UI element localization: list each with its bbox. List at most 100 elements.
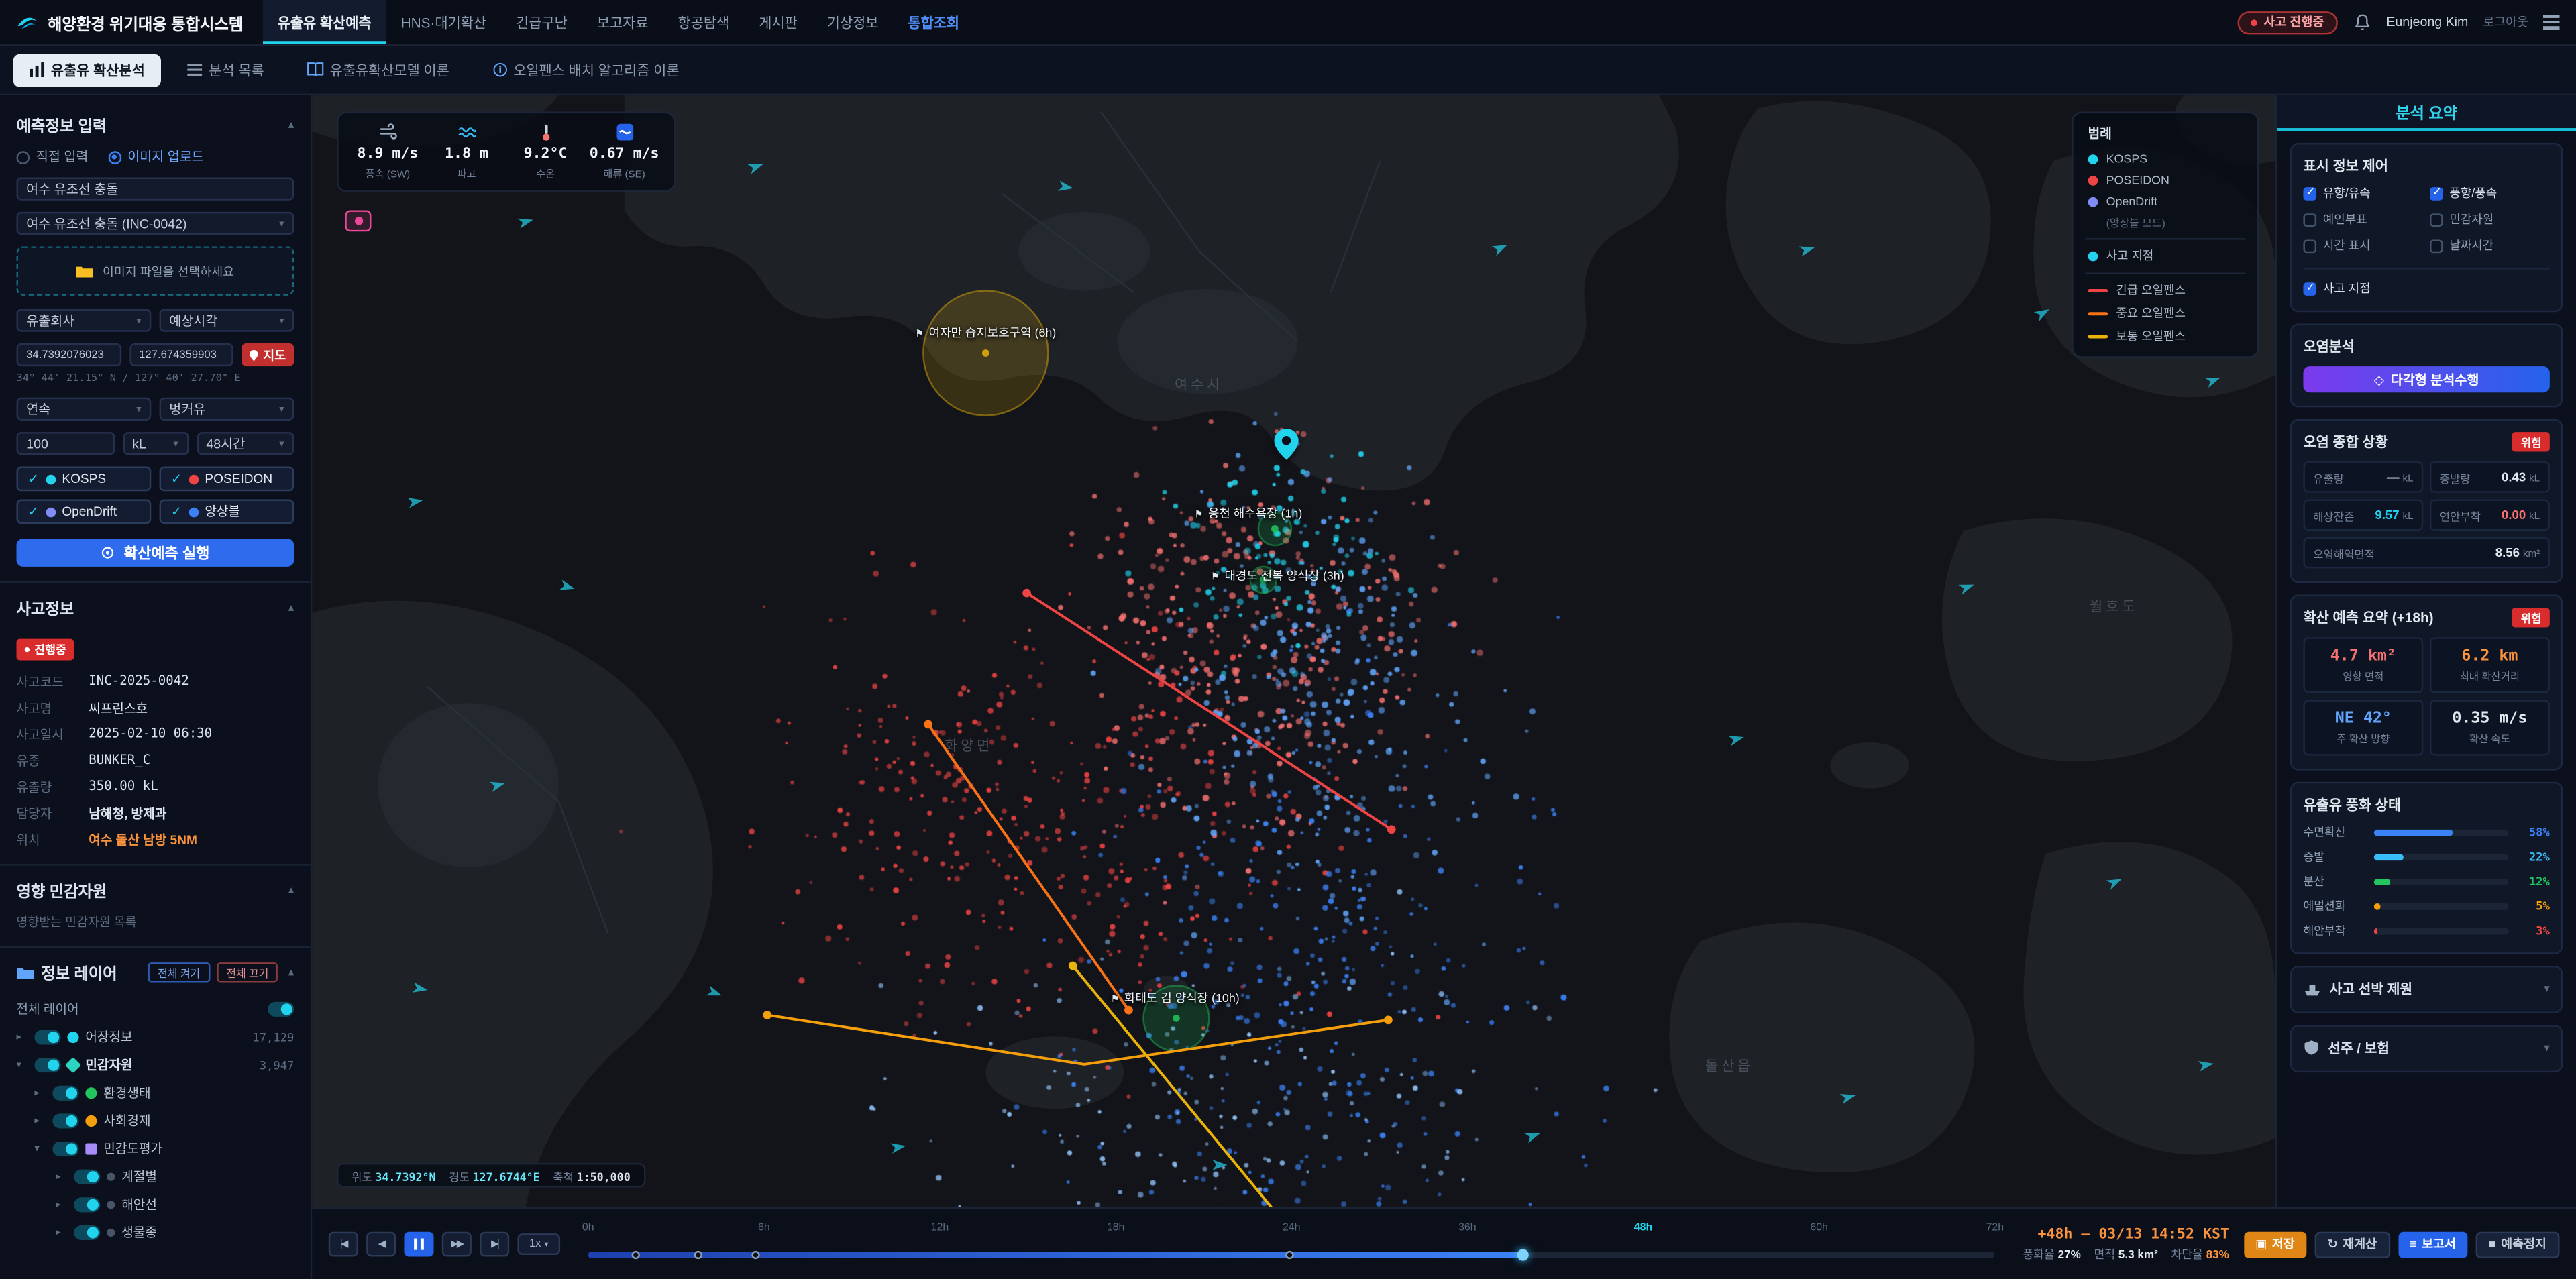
expand-icon[interactable]: ▸ [34, 1087, 46, 1099]
model-toggle-poseidon[interactable]: ✓POSEIDON [160, 467, 294, 492]
nav-item-reports[interactable]: 보고자료 [582, 0, 663, 44]
toggle-current-vector[interactable]: 유향/유속 [2303, 186, 2423, 202]
spill-amount-input[interactable]: 100 [16, 432, 114, 455]
step-back-button[interactable]: ◀ [366, 1232, 396, 1257]
nav-item-hns-diffusion[interactable]: HNS·대기확산 [386, 0, 502, 44]
pause-button[interactable] [404, 1232, 433, 1257]
timeline-marker[interactable] [632, 1250, 640, 1258]
nav-item-integrated-search[interactable]: 통합조회 [893, 0, 974, 44]
oil-type-select[interactable]: 벙커유▾ [160, 398, 294, 421]
chevron-down-icon[interactable]: ▾ [2544, 982, 2550, 995]
tab-spill-analysis[interactable]: 유출유 확산분석 [13, 54, 162, 87]
layer-toggle[interactable] [74, 1225, 100, 1240]
layer-toggle[interactable] [74, 1197, 100, 1212]
layer-toggle[interactable] [34, 1058, 60, 1072]
toggle-incident-point[interactable]: 사고 지점 [2303, 268, 2549, 297]
model-toggle-kosps[interactable]: ✓KOSPS [16, 467, 151, 492]
chevron-down-icon[interactable]: ▾ [2544, 1042, 2550, 1055]
timeline-marker[interactable] [694, 1250, 702, 1258]
toggle-tow-buoy[interactable]: 예인부표 [2303, 212, 2423, 228]
expand-icon[interactable]: ▸ [56, 1227, 67, 1238]
expand-icon[interactable]: ▸ [56, 1199, 67, 1211]
chevron-up-icon[interactable]: ▴ [288, 601, 294, 614]
image-upload-dropzone[interactable]: 이미지 파일을 선택하세요 [16, 246, 294, 295]
expand-icon[interactable]: ▸ [34, 1115, 46, 1127]
layer-row-coastline[interactable]: ▸ 해안선 [16, 1191, 294, 1219]
tab-boom-algorithm-theory[interactable]: 오일펜스 배치 알고리즘 이론 [476, 54, 696, 87]
model-toggle-opendrift[interactable]: ✓OpenDrift [16, 499, 151, 524]
latitude-input[interactable]: 34.7392076023 [16, 343, 121, 366]
chevron-up-icon[interactable]: ▴ [288, 966, 294, 979]
toggle-sensitive-resources[interactable]: 민감자원 [2430, 212, 2550, 228]
poi-label-laver-farm[interactable]: ⚑화태도 김 양식장 (10h) [1111, 991, 1240, 1007]
incident-select[interactable]: 여수 유조선 충돌 (INC-0042)▾ [16, 212, 294, 235]
ship-specs-section[interactable]: 사고 선박 제원 ▾ [2290, 966, 2563, 1013]
stop-prediction-button[interactable]: ■예측정지 [2475, 1231, 2559, 1258]
recalculate-button[interactable]: ↻재계산 [2314, 1231, 2390, 1258]
skip-to-end-button[interactable]: ▶| [480, 1232, 509, 1257]
expand-icon[interactable]: ▸ [56, 1171, 67, 1182]
radio-direct-input[interactable]: 직접 입력 [16, 148, 88, 166]
timeline-marker[interactable] [751, 1250, 759, 1258]
save-button[interactable]: ▣저장 [2244, 1231, 2306, 1258]
app-logo[interactable]: 해양환경 위기대응 통합시스템 [16, 11, 243, 34]
notification-bell-icon[interactable] [2352, 12, 2371, 32]
user-name[interactable]: Eunjeong Kim [2386, 15, 2468, 30]
logout-button[interactable]: 로그아웃 [2483, 13, 2528, 32]
section-prediction-input-header[interactable]: 예측정보 입력 ▴ [16, 113, 294, 136]
longitude-input[interactable]: 127.674359903 [129, 343, 233, 366]
layer-row-seasonal[interactable]: ▸ 계절별 [16, 1163, 294, 1191]
run-prediction-button[interactable]: 확산예측 실행 [16, 539, 294, 567]
layer-toggle[interactable] [34, 1030, 60, 1045]
expand-icon[interactable]: ▾ [34, 1143, 46, 1154]
nav-item-oil-spill-prediction[interactable]: 유출유 확산예측 [263, 0, 386, 44]
nav-item-emergency-rescue[interactable]: 긴급구난 [501, 0, 582, 44]
toggle-datetime[interactable]: 날짜시간 [2430, 238, 2550, 254]
skip-to-start-button[interactable]: |◀ [329, 1232, 358, 1257]
polygon-analysis-button[interactable]: ◇다각형 분석수행 [2303, 366, 2549, 392]
incident-name-input[interactable]: 여수 유조선 충돌 [16, 177, 294, 200]
layer-row-sensitivity-assessment[interactable]: ▾ 민감도평가 [16, 1135, 294, 1163]
radio-image-upload[interactable]: 이미지 업로드 [108, 148, 204, 166]
map-area[interactable]: 여수시 화양면 돌산읍 월호도 ⚑여자만 습지보호구역 (6h) ⚑웅천 해수욕… [312, 95, 2275, 1207]
layer-toggle[interactable] [52, 1086, 78, 1101]
nav-item-board[interactable]: 게시판 [744, 0, 812, 44]
layer-row-sensitive[interactable]: ▾ 민감자원 3,947 [16, 1051, 294, 1079]
poi-label-beach[interactable]: ⚑웅천 해수욕장 (1h) [1194, 506, 1302, 522]
timeline-marker[interactable] [1286, 1250, 1294, 1258]
nav-item-aerial-search[interactable]: 항공탐색 [663, 0, 745, 44]
incident-location-pin[interactable] [1274, 429, 1299, 460]
toggle-time-display[interactable]: 시간 표시 [2303, 238, 2423, 254]
layers-all-off-button[interactable]: 전체 끄기 [217, 962, 278, 982]
section-layers-header[interactable]: 정보 레이어 전체 켜기 전체 끄기 ▴ [16, 961, 294, 984]
master-layer-toggle[interactable] [268, 1002, 294, 1017]
map-measure-tool-button[interactable] [345, 210, 371, 231]
layer-row-fishery[interactable]: ▸ 어장정보 17,129 [16, 1023, 294, 1052]
layer-toggle[interactable] [52, 1113, 78, 1128]
spill-company-select[interactable]: 유출회사▾ [16, 309, 151, 331]
expected-time-select[interactable]: 예상시각▾ [160, 309, 294, 331]
tab-analysis-list[interactable]: 분석 목록 [171, 54, 280, 87]
nav-item-weather-info[interactable]: 기상정보 [812, 0, 894, 44]
expand-icon[interactable]: ▾ [16, 1060, 28, 1071]
poi-label-abalone-farm[interactable]: ⚑대경도 전복 양식장 (3h) [1211, 568, 1344, 584]
chevron-up-icon[interactable]: ▴ [288, 118, 294, 131]
fast-forward-button[interactable]: ▶▶ [442, 1232, 472, 1257]
layer-row-eco[interactable]: ▸ 환경생태 [16, 1079, 294, 1107]
unit-select[interactable]: kL▾ [122, 432, 188, 455]
timeline-thumb[interactable] [1518, 1248, 1529, 1260]
chevron-up-icon[interactable]: ▴ [288, 884, 294, 897]
layer-row-species[interactable]: ▸ 생물종 [16, 1219, 294, 1247]
owner-insurance-section[interactable]: 선주 / 보험 ▾ [2290, 1025, 2563, 1072]
section-sensitive-resources-header[interactable]: 영향 민감자원 ▴ [16, 879, 294, 901]
report-button[interactable]: ≡보고서 [2398, 1231, 2467, 1258]
timeline-slider[interactable] [588, 1251, 1995, 1258]
speed-select[interactable]: 1x▾ [517, 1233, 560, 1255]
layer-toggle[interactable] [74, 1170, 100, 1184]
toggle-wind-vector[interactable]: 풍향/풍속 [2430, 186, 2550, 202]
hamburger-menu-icon[interactable] [2543, 15, 2559, 29]
layer-row-socioeconomic[interactable]: ▸ 사회경제 [16, 1107, 294, 1135]
expand-icon[interactable]: ▸ [16, 1032, 28, 1043]
pick-on-map-button[interactable]: 지도 [241, 343, 294, 366]
layers-all-on-button[interactable]: 전체 켜기 [148, 962, 209, 982]
